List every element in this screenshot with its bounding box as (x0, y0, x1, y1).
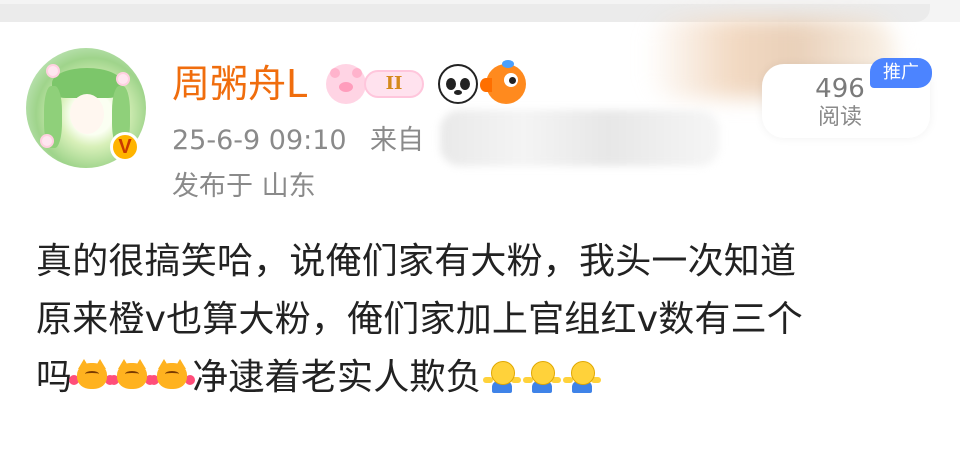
source-label: 来自 (370, 125, 424, 156)
avatar[interactable]: V (26, 48, 146, 172)
post-text-segment: 吗 (36, 357, 73, 398)
cat-with-hearts-icon (69, 357, 116, 395)
promo-button[interactable]: 推广 (870, 58, 932, 88)
panda-icon[interactable] (438, 64, 478, 104)
orange-verified-icon: V (110, 132, 140, 162)
post-location: 发布于 山东 (172, 171, 316, 202)
post-text-line: 真的很搞笑哈，说俺们家有大粉，我头一次知道 (36, 241, 797, 282)
read-label: 阅读 (817, 105, 862, 130)
post-text-line: 吗 净逮着老实人欺负 (36, 348, 602, 408)
shrug-icon (562, 357, 601, 395)
orange-fish-icon[interactable] (480, 60, 526, 104)
post-time: 25-6-9 09:10 (172, 125, 347, 156)
gemini-ribbon-icon[interactable]: II (364, 70, 424, 98)
cat-with-hearts-icon (149, 357, 196, 395)
shrug-icon (482, 357, 521, 395)
shrug-icon (522, 357, 561, 395)
post-text-segment: 净逮着老实人欺负 (192, 357, 482, 398)
read-count: 496 (815, 74, 865, 104)
post-text-line: 原来橙v也算大粉，俺们家加上官组红v数有三个 (36, 299, 804, 340)
cat-with-hearts-icon (109, 357, 156, 395)
blurred-source (440, 110, 720, 166)
pink-pig-icon[interactable] (326, 64, 366, 104)
author-name[interactable]: 周粥舟L (172, 62, 307, 106)
